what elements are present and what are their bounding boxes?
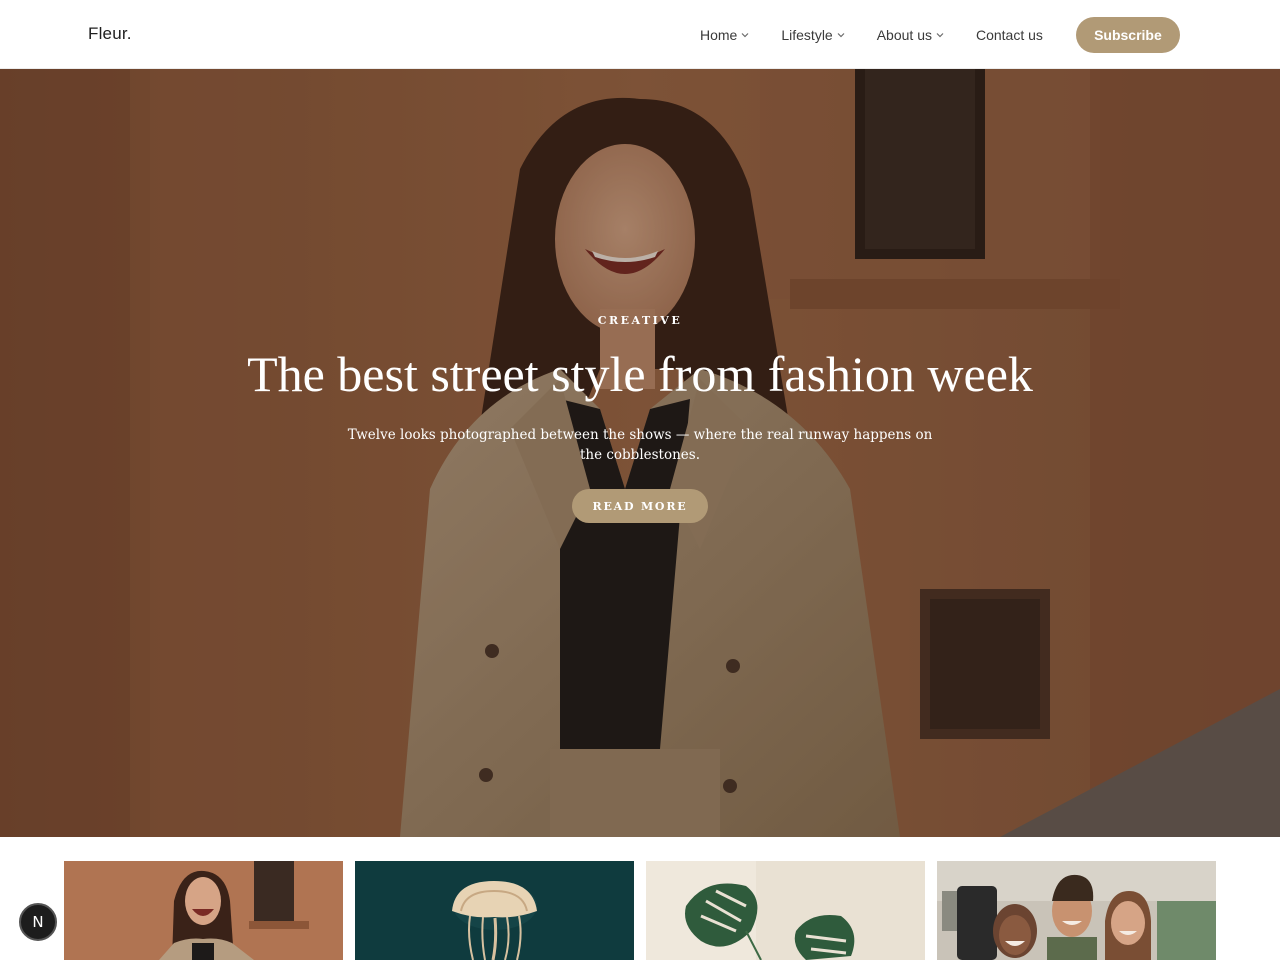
main-nav: Home Lifestyle About us Contact us Subsc… <box>700 0 1180 69</box>
nav-item-lifestyle[interactable]: Lifestyle <box>781 26 845 43</box>
post-card-thumbnail[interactable] <box>64 861 343 960</box>
hero-category[interactable]: CREATIVE <box>240 314 1040 327</box>
nav-item-label: Home <box>700 26 738 43</box>
card-image-friends-selfie <box>937 861 1216 960</box>
subscribe-button[interactable]: Subscribe <box>1075 16 1180 53</box>
post-card-thumbnail[interactable] <box>646 861 925 960</box>
post-card-thumbnail[interactable] <box>355 861 634 960</box>
nav-item-label: Contact us <box>975 26 1043 43</box>
hero-section: CREATIVE The best street style from fash… <box>0 69 1280 837</box>
chevron-down-icon <box>741 31 749 39</box>
chevron-down-icon <box>936 31 944 39</box>
brand-logo[interactable]: Fleur. <box>88 24 132 44</box>
nav-item-contact-us[interactable]: Contact us <box>976 27 1043 43</box>
card-image-woman <box>64 861 343 960</box>
card-image-jellyfish <box>355 861 634 960</box>
nav-item-label: Lifestyle <box>781 26 833 43</box>
hero-content: CREATIVE The best street style from fash… <box>240 314 1040 523</box>
nav-item-home[interactable]: Home <box>700 27 749 43</box>
site-header: Fleur. Home Lifestyle About us Contact u… <box>0 0 1280 69</box>
post-cards <box>0 837 1280 960</box>
post-card-thumbnail[interactable] <box>937 861 1216 960</box>
card-image-monstera <box>646 861 925 960</box>
hero-description: Twelve looks photographed between the sh… <box>347 427 933 463</box>
read-more-button[interactable]: READ MORE <box>572 489 708 523</box>
chevron-down-icon <box>837 31 845 39</box>
hero-title[interactable]: The best street style from fashion week <box>240 341 1040 407</box>
nav-item-label: About us <box>876 26 932 43</box>
nav-item-about-us[interactable]: About us <box>877 27 944 43</box>
floating-n-badge[interactable]: N <box>19 903 57 941</box>
